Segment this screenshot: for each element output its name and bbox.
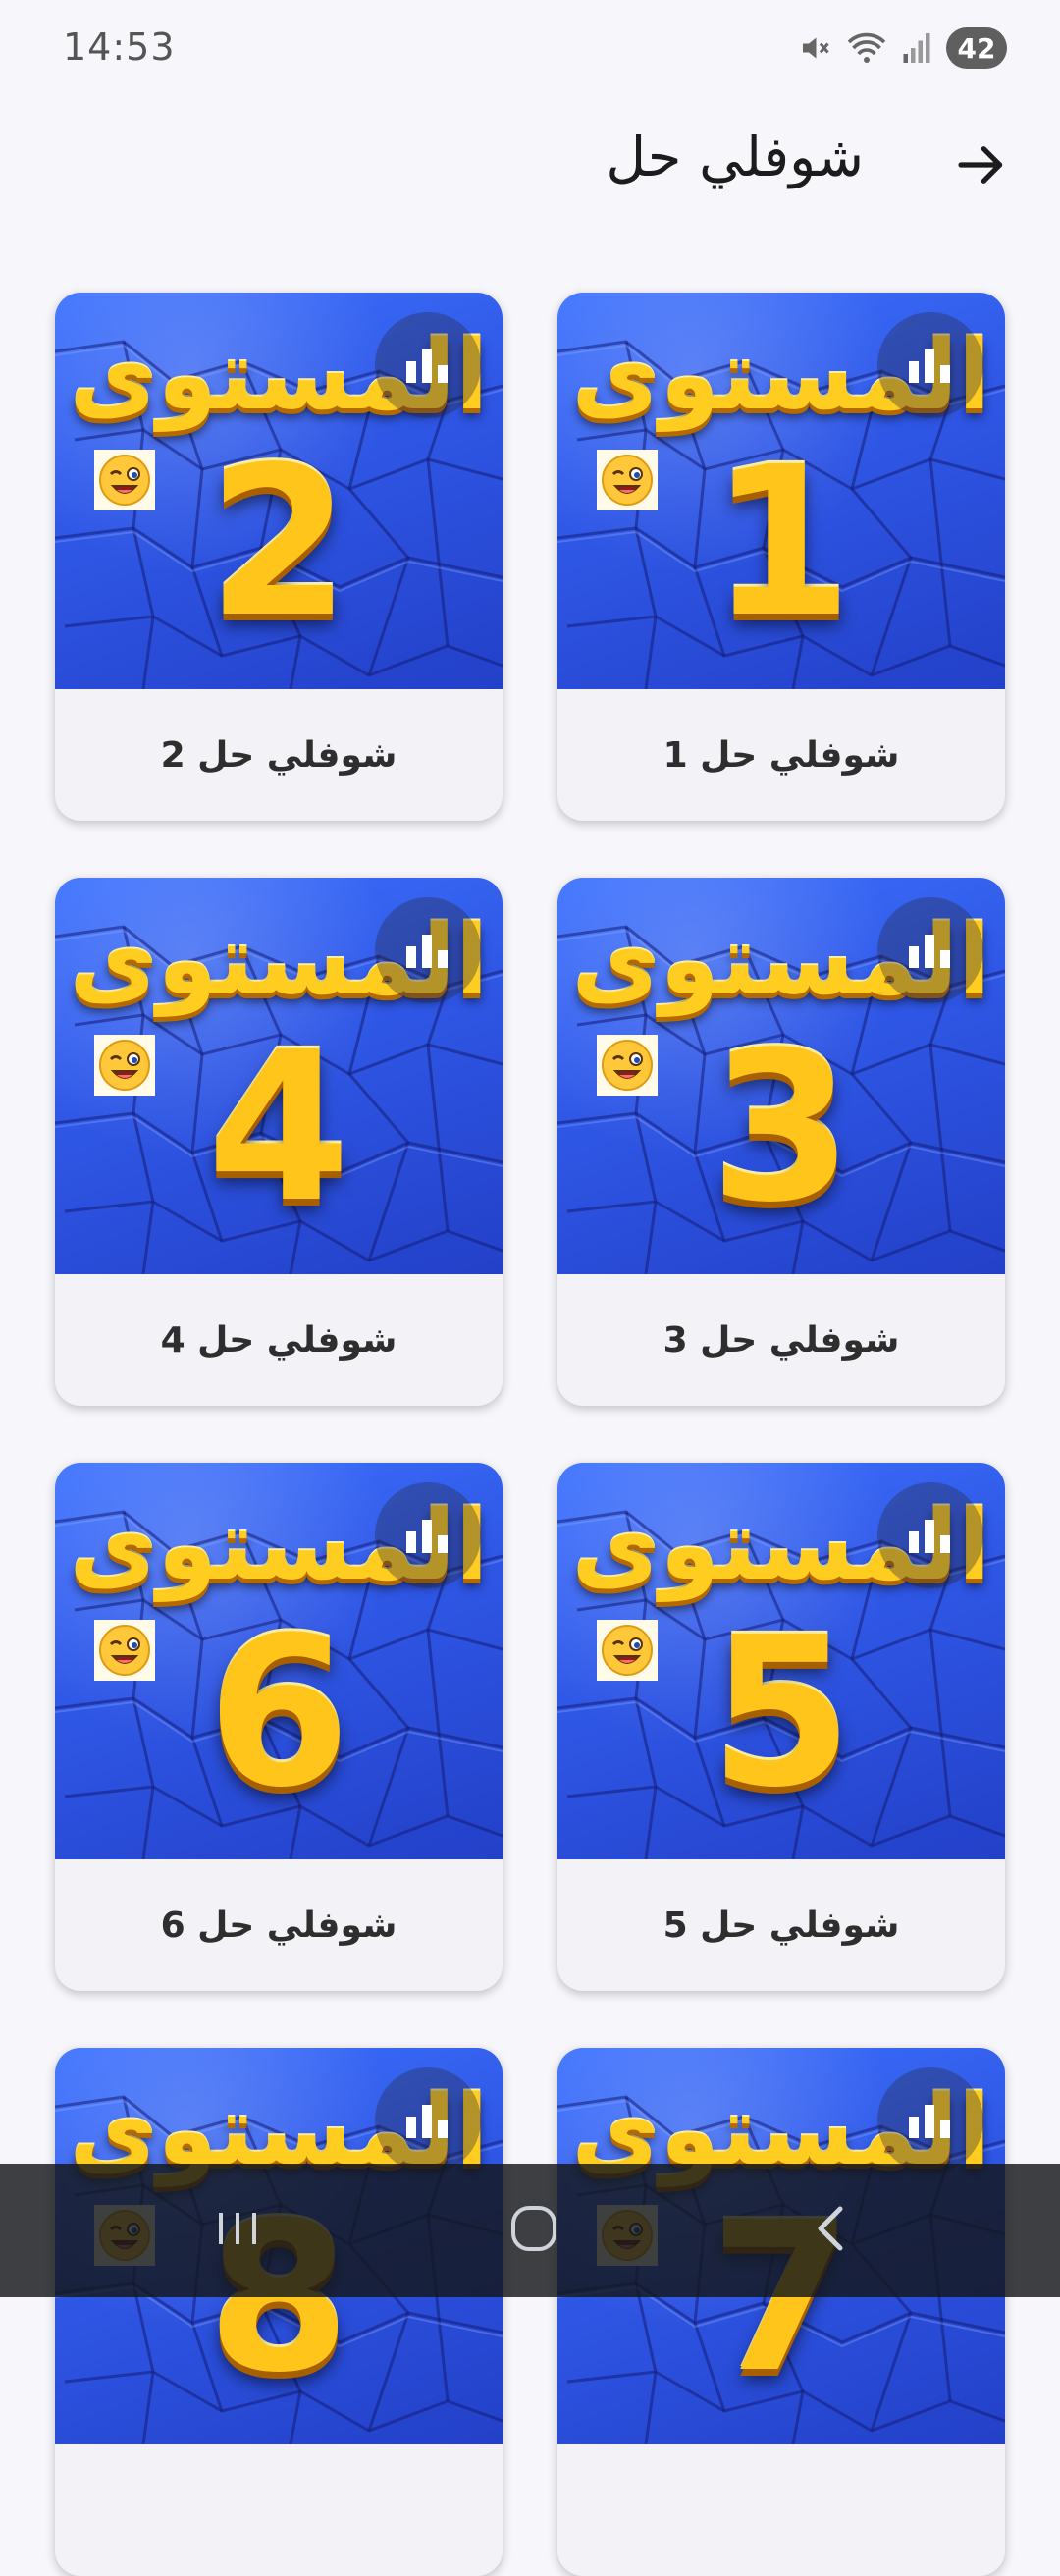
winking-face-icon xyxy=(94,1035,155,1096)
page-title: شوفلي حل xyxy=(606,126,864,189)
status-time: 14:53 xyxy=(63,26,176,69)
home-icon xyxy=(508,2203,559,2258)
battery-icon: 42 xyxy=(946,27,1007,69)
arrow-right-icon xyxy=(954,137,1009,196)
level-thumbnail: المستوى 4 xyxy=(55,878,503,1274)
bar-chart-icon xyxy=(877,897,983,1003)
level-card-5[interactable]: المستوى 5 شوفلي حل 5 xyxy=(557,1463,1005,1991)
level-thumbnail: المستوى 3 xyxy=(557,878,1005,1274)
wifi-icon xyxy=(846,30,887,66)
level-card-8[interactable]: المستوى 8 xyxy=(55,2048,503,2576)
bar-chart-icon xyxy=(877,2067,983,2174)
winking-face-icon xyxy=(597,450,658,510)
recents-button[interactable] xyxy=(198,2201,277,2260)
bar-chart-icon xyxy=(877,1482,983,1588)
navigation-bar xyxy=(0,2164,1060,2297)
level-card-2[interactable]: المستوى 2 شوفلي حل 2 xyxy=(55,293,503,821)
level-caption xyxy=(55,2444,503,2576)
level-thumbnail: المستوى 2 xyxy=(55,293,503,689)
level-caption: شوفلي حل 4 xyxy=(160,1319,398,1361)
level-caption: شوفلي حل 1 xyxy=(662,734,900,776)
level-card-1[interactable]: المستوى 1 شوفلي حل 1 xyxy=(557,293,1005,821)
level-thumbnail: المستوى 6 xyxy=(55,1463,503,1859)
back-nav-button[interactable] xyxy=(791,2201,870,2260)
status-bar: 14:53 42 xyxy=(0,0,1060,98)
level-card-7[interactable]: المستوى 7 xyxy=(557,2048,1005,2576)
winking-face-icon xyxy=(94,1620,155,1681)
status-icons: 42 xyxy=(797,26,1007,71)
level-card-6[interactable]: المستوى 6 شوفلي حل 6 xyxy=(55,1463,503,1991)
back-icon xyxy=(809,2203,852,2258)
bar-chart-icon xyxy=(375,2067,481,2174)
mute-icon xyxy=(797,30,832,66)
bar-chart-icon xyxy=(375,897,481,1003)
level-card-3[interactable]: المستوى 3 شوفلي حل 3 xyxy=(557,878,1005,1406)
winking-face-icon xyxy=(597,1035,658,1096)
level-thumbnail: المستوى 1 xyxy=(557,293,1005,689)
level-caption: شوفلي حل 5 xyxy=(662,1905,900,1946)
home-button[interactable] xyxy=(495,2201,573,2260)
app-header: شوفلي حل xyxy=(0,108,1060,216)
bar-chart-icon xyxy=(877,312,983,418)
level-caption: شوفلي حل 6 xyxy=(160,1905,398,1946)
level-caption: شوفلي حل 3 xyxy=(662,1319,900,1361)
level-caption: شوفلي حل 2 xyxy=(160,734,398,776)
recents-icon xyxy=(213,2207,262,2254)
back-button[interactable] xyxy=(942,128,1021,206)
winking-face-icon xyxy=(597,1620,658,1681)
bar-chart-icon xyxy=(375,1482,481,1588)
bar-chart-icon xyxy=(375,312,481,418)
level-card-4[interactable]: المستوى 4 شوفلي حل 4 xyxy=(55,878,503,1406)
level-thumbnail: المستوى 5 xyxy=(557,1463,1005,1859)
level-caption xyxy=(557,2444,1005,2576)
signal-icon xyxy=(901,30,932,66)
winking-face-icon xyxy=(94,450,155,510)
